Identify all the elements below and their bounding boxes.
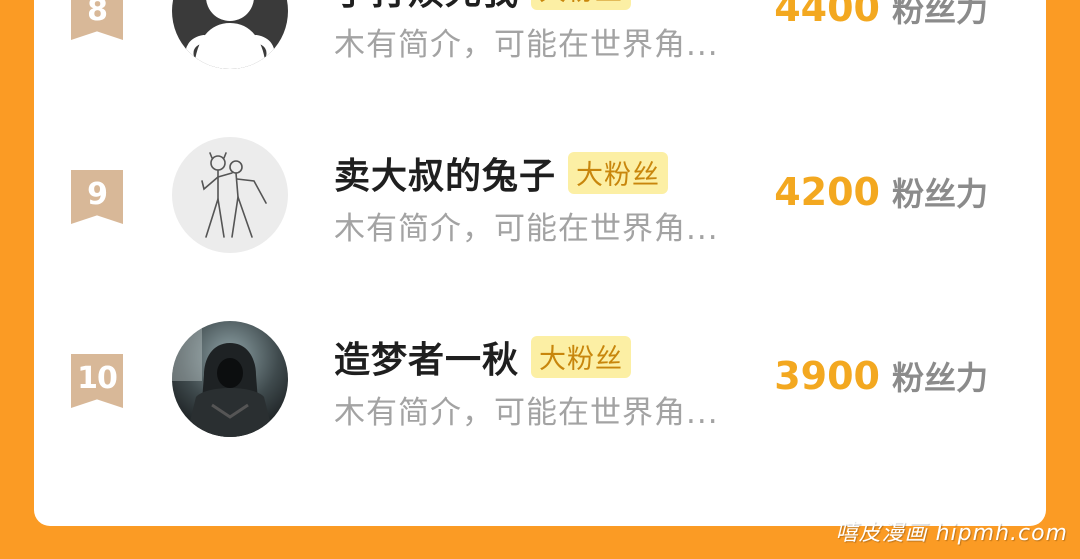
avatar[interactable] xyxy=(172,321,288,437)
rank-number: 9 xyxy=(87,177,108,212)
rank-ribbon: 10 xyxy=(71,354,123,408)
white-blob-character-avatar-icon xyxy=(172,0,288,69)
score-value: 3900 xyxy=(774,354,880,398)
score-unit: 粉丝力 xyxy=(891,175,988,213)
user-intro: 木有简介，可能在世界角... xyxy=(334,395,719,431)
rank-number: 10 xyxy=(77,361,118,396)
ranking-row[interactable]: 10 造梦者一秋 大粉丝 木有简介，可能在世界角... 3900 粉丝力 xyxy=(34,321,1046,441)
avatar[interactable] xyxy=(172,0,288,69)
rank-number: 8 xyxy=(87,0,108,28)
rank-ribbon: 8 xyxy=(71,0,123,40)
user-intro: 木有简介，可能在世界角... xyxy=(334,211,719,247)
site-watermark: 嘻皮漫画 hipmh.com xyxy=(835,521,1068,546)
avatar[interactable] xyxy=(172,137,288,253)
score-unit: 粉丝力 xyxy=(891,359,988,397)
user-name[interactable]: 手打烦死我 xyxy=(334,0,519,15)
fan-level-badge: 大粉丝 xyxy=(531,0,632,10)
score-value: 4200 xyxy=(774,170,880,214)
rank-ribbon: 9 xyxy=(71,170,123,224)
user-name[interactable]: 卖大叔的兔子 xyxy=(334,147,556,199)
fan-level-badge: 大粉丝 xyxy=(531,336,632,378)
fan-level-badge: 大粉丝 xyxy=(568,152,669,194)
fan-ranking-card: 8 手打烦死我 大粉丝 木有简介，可能在世界角... 4400 粉丝力 9 xyxy=(34,0,1046,526)
fan-power-score: 4400 粉丝力 xyxy=(774,0,988,31)
user-name[interactable]: 造梦者一秋 xyxy=(334,331,519,383)
user-name-line: 手打烦死我 大粉丝 xyxy=(334,0,632,15)
hooded-person-photo-avatar-icon xyxy=(172,321,288,437)
fan-power-score: 3900 粉丝力 xyxy=(774,353,988,399)
ranking-row[interactable]: 9 卖大叔的兔子 大粉丝 木有简介，可能在世界角... 4200 粉丝力 xyxy=(34,137,1046,257)
fan-power-score: 4200 粉丝力 xyxy=(774,169,988,215)
ranking-row[interactable]: 8 手打烦死我 大粉丝 木有简介，可能在世界角... 4400 粉丝力 xyxy=(34,0,1046,73)
sketch-dancing-figures-avatar-icon xyxy=(172,137,288,253)
user-name-line: 卖大叔的兔子 大粉丝 xyxy=(334,147,669,199)
score-unit: 粉丝力 xyxy=(891,0,988,29)
user-name-line: 造梦者一秋 大粉丝 xyxy=(334,331,632,383)
user-intro: 木有简介，可能在世界角... xyxy=(334,27,719,63)
score-value: 4400 xyxy=(774,0,880,30)
